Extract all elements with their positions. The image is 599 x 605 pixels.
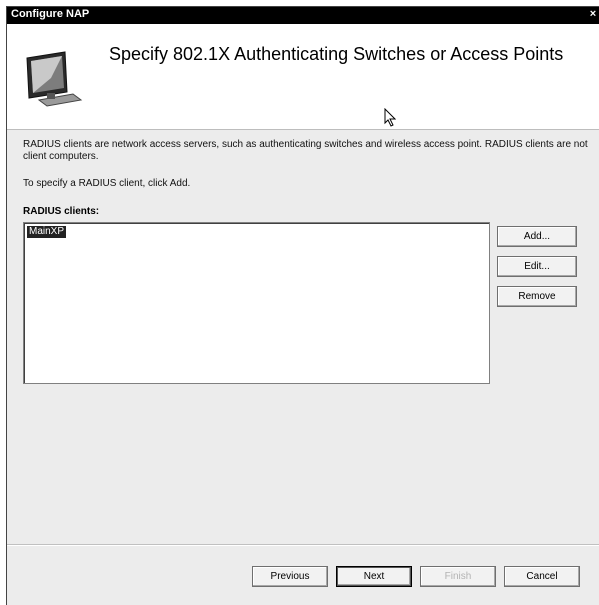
list-item[interactable]: MainXP <box>27 226 67 238</box>
previous-button[interactable]: Previous <box>252 566 328 587</box>
remove-button[interactable]: Remove <box>497 286 577 307</box>
mouse-pointer-icon <box>384 108 396 127</box>
description-add-instruction: To specify a RADIUS client, click Add. <box>23 178 191 189</box>
cancel-button[interactable]: Cancel <box>504 566 580 587</box>
wizard-page-title: Specify 802.1X Authenticating Switches o… <box>109 44 564 64</box>
window-title: Configure NAP <box>11 8 90 20</box>
footer-divider <box>7 544 599 546</box>
add-button[interactable]: Add... <box>497 226 577 247</box>
next-button[interactable]: Next <box>336 566 412 587</box>
close-icon[interactable]: × <box>587 7 599 22</box>
description-radius-clients: RADIUS clients are network access server… <box>23 139 588 162</box>
configure-nap-dialog: Configure NAP × Specify 802.1X Authentic… <box>6 6 599 605</box>
title-bar[interactable]: Configure NAP × <box>7 7 599 24</box>
radius-clients-list[interactable]: MainXP <box>23 222 490 384</box>
computer-monitor-icon <box>26 51 83 107</box>
finish-button[interactable]: Finish <box>420 566 496 587</box>
radius-clients-label: RADIUS clients: <box>23 206 100 217</box>
edit-button[interactable]: Edit... <box>497 256 577 277</box>
wizard-header: Specify 802.1X Authenticating Switches o… <box>7 24 599 130</box>
